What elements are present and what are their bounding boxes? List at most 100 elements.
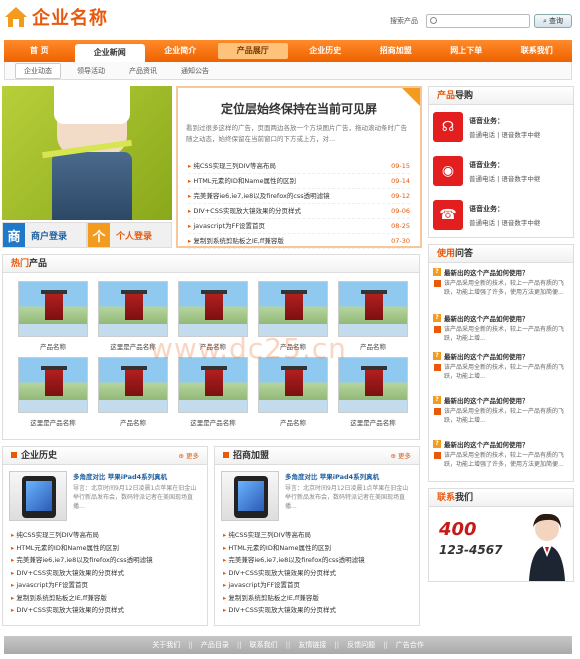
product-card[interactable]: 这里是产品名称 — [173, 357, 253, 427]
shop-icon: 商 — [3, 223, 25, 247]
list-item[interactable]: DIV+CSS实现放大镜效果的分页样式 — [11, 567, 199, 580]
new-badge — [402, 88, 420, 106]
hotline-prefix: 400 — [439, 519, 477, 540]
search-label: 搜索产品 — [390, 17, 418, 25]
list-item[interactable]: HTML元素的ID和Name属性的区别 — [11, 542, 199, 555]
service-item[interactable]: ☊ 语音业务： 普通电话 | 语音数字中继 — [429, 105, 573, 149]
history-title: 企业历史 — [11, 447, 57, 464]
footer-links: 关于我们 || 产品目录 || 联系我们 || 友情链接 || 反馈问题 || 广告合作 — [4, 636, 572, 654]
footer-link-friends[interactable]: 友情链接 — [298, 640, 326, 650]
featured-title[interactable]: 多角度对比 苹果iPad4系列真机 — [73, 471, 201, 481]
nav-item-news[interactable]: 企业新闻 — [74, 44, 145, 62]
product-image — [98, 357, 168, 413]
logo-text: 企业名称 — [32, 8, 108, 29]
product-card[interactable]: 产品名称 — [93, 357, 173, 427]
search-button-label: 查询 — [548, 17, 563, 25]
product-card[interactable]: 这里是产品名称 — [333, 357, 413, 427]
product-caption: 产品名称 — [40, 343, 66, 351]
phone-image — [9, 471, 67, 521]
nav-item-join[interactable]: 招商加盟 — [361, 40, 432, 62]
product-card[interactable]: 这里是产品名称 — [13, 357, 93, 427]
list-item[interactable]: HTML元素的ID和Name属性的区别 — [223, 542, 411, 555]
faq-item[interactable]: ? 最新出的这个产品如何使用？ 该产品采用全新的技术，较上一产品有质的飞跃，功能上增… — [429, 391, 573, 435]
news-headline[interactable]: 定位层始终保持在当前可见屏 — [178, 100, 420, 117]
news-item[interactable]: javascript为FF设置首页08-25 — [188, 219, 410, 234]
faq-item[interactable]: ? 最新出的这个产品如何使用？ 该产品采用全新的技术，较上一产品有质的飞跃，功能上增… — [429, 347, 573, 391]
guide-title: 产品导购 — [429, 87, 573, 105]
footer-link-catalog[interactable]: 产品目录 — [201, 640, 229, 650]
search-button[interactable]: ⌕ 查询 — [534, 14, 572, 28]
more-link[interactable]: ⊕ 更多 — [390, 447, 411, 464]
list-item[interactable]: DIV+CSS实现放大镜效果的分页样式 — [11, 604, 199, 617]
contact-title: 联系我们 — [429, 489, 573, 507]
list-item[interactable]: 完美兼容ie6,ie7,ie8以及firefox的css透明滤镜 — [11, 554, 199, 567]
featured-article[interactable]: 多角度对比 苹果iPad4系列真机导言：北京时间9月12日凌晨1点苹果在旧金山举… — [3, 465, 207, 525]
personal-login-button[interactable]: 个 个人登录 — [87, 222, 172, 248]
list-item[interactable]: 纯CSS实现三列DIV等高布局 — [223, 529, 411, 542]
subnav-item-product-info[interactable]: 产品资讯 — [121, 64, 165, 78]
hero-banner[interactable] — [2, 86, 172, 220]
featured-desc: 导言：北京时间9月12日凌晨1点苹果在旧金山举行新品发布会，数码特派记者在美国现… — [73, 485, 197, 510]
join-section: 招商加盟 ⊕ 更多 多角度对比 苹果iPad4系列真机 导言：北京时间9月12日凌晨… — [214, 446, 420, 626]
search-icon — [430, 17, 437, 24]
product-caption: 这里是产品名称 — [190, 419, 236, 427]
logo[interactable]: 企业名称 — [4, 6, 108, 29]
product-image — [18, 357, 88, 413]
nav-item-contact[interactable]: 联系我们 — [502, 40, 573, 62]
faq-item[interactable]: ? 最新出的这个产品如何使用？ 该产品采用全新的技术，较上一产品有质的飞跃，功能上增… — [429, 435, 573, 481]
question-icon: ? — [433, 396, 441, 404]
hot-products-title: 热门产品 — [3, 255, 419, 273]
product-caption: 这里是产品名称 — [350, 419, 396, 427]
faq-item[interactable]: ? 最新出的这个产品如何使用？ 该产品采用全新的技术，较上一产品有质的飞跃，功能上增… — [429, 309, 573, 347]
faq-item[interactable]: ? 最新出的这个产品如何使用？ 该产品采用全新的技术，较上一产品有质的飞跃，功能上增… — [429, 263, 573, 309]
list-item[interactable]: javascript为FF设置首页 — [11, 579, 199, 592]
right-sidebar: 产品导购 ☊ 语音业务： 普通电话 | 语音数字中继 ◉ 语音业务： 普通电话 | 语音… — [428, 86, 574, 588]
nav-item-order[interactable]: 网上下单 — [431, 40, 502, 62]
contact-section: 联系我们 400 123-4567 — [428, 488, 574, 582]
person-icon: 个 — [88, 223, 110, 247]
list-item[interactable]: 完美兼容ie6,ie7,ie8以及firefox的css透明滤镜 — [223, 554, 411, 567]
subnav-item-company-news[interactable]: 企业动态 — [15, 62, 61, 79]
sub-nav: 企业动态 领导活动 产品资讯 通知公告 — [4, 62, 572, 80]
main-nav: 首 页 企业新闻 企业简介 产品展厅 企业历史 招商加盟 网上下单 联系我们 — [4, 40, 572, 62]
product-card[interactable]: 产品名称 — [253, 357, 333, 427]
footer-link-about[interactable]: 关于我们 — [152, 640, 180, 650]
news-item[interactable]: HTML元素的ID和Name属性的区别09-14 — [188, 174, 410, 189]
nav-item-home[interactable]: 首 页 — [4, 40, 75, 62]
product-image — [338, 357, 408, 413]
list-item[interactable]: DIV+CSS实现放大镜效果的分页样式 — [223, 567, 411, 580]
product-card[interactable]: 产品名称 — [13, 281, 93, 351]
product-caption: 产品名称 — [280, 419, 306, 427]
nav-item-products[interactable]: 产品展厅 — [217, 43, 288, 59]
footer-link-contact[interactable]: 联系我们 — [250, 640, 278, 650]
subnav-item-notice[interactable]: 通知公告 — [173, 64, 217, 78]
list-item[interactable]: DIV+CSS实现放大镜效果的分页样式 — [223, 604, 411, 617]
featured-title[interactable]: 多角度对比 苹果iPad4系列真机 — [285, 471, 413, 481]
list-item[interactable]: 纯CSS实现三列DIV等高布局 — [11, 529, 199, 542]
faq-section: 使用问答 ? 最新出的这个产品如何使用？ 该产品采用全新的技术，较上一产品有质的飞跃… — [428, 244, 574, 482]
question-icon: ? — [433, 352, 441, 360]
featured-desc: 导言：北京时间9月12日凌晨1点苹果在旧金山举行新品发布会，数码特派记者在美国现… — [285, 485, 409, 510]
footer-link-feedback[interactable]: 反馈问题 — [347, 640, 375, 650]
faq-title: 使用问答 — [429, 245, 573, 263]
personal-login-label: 个人登录 — [116, 231, 153, 242]
list-item[interactable]: javascript为FF设置首页 — [223, 579, 411, 592]
nav-item-about[interactable]: 企业简介 — [145, 40, 216, 62]
nav-item-history[interactable]: 企业历史 — [290, 40, 361, 62]
more-link[interactable]: ⊕ 更多 — [178, 447, 199, 464]
watermark: www.dc25.cn — [150, 332, 347, 365]
list-item[interactable]: 复制到系统剪贴板之IE,ff兼容版 — [223, 592, 411, 605]
list-item[interactable]: 复制到系统剪贴板之IE,ff兼容版 — [11, 592, 199, 605]
footer-link-ads[interactable]: 广告合作 — [396, 640, 424, 650]
news-item[interactable]: 完美兼容ie6,ie7,ie8以及firefox的css透明滤镜09-12 — [188, 189, 410, 204]
subnav-item-leader[interactable]: 领导活动 — [69, 64, 113, 78]
news-item[interactable]: 复制到系统剪贴板之IE,ff兼容版07-30 — [188, 234, 410, 249]
featured-article[interactable]: 多角度对比 苹果iPad4系列真机导言：北京时间9月12日凌晨1点苹果在旧金山举… — [215, 465, 419, 525]
news-item[interactable]: DIV+CSS实现放大镜效果的分页样式09-06 — [188, 204, 410, 219]
member-login-button[interactable]: 商 商户登录 — [2, 222, 87, 248]
search-input[interactable] — [426, 14, 530, 28]
service-item[interactable]: ◉ 语音业务： 普通电话 | 语音数字中继 — [429, 149, 573, 193]
service-item[interactable]: ☎ 语音业务： 普通电话 | 语音数字中继 — [429, 193, 573, 237]
product-image — [338, 281, 408, 337]
news-item[interactable]: 纯CSS实现三列DIV等高布局09-15 — [188, 159, 410, 174]
